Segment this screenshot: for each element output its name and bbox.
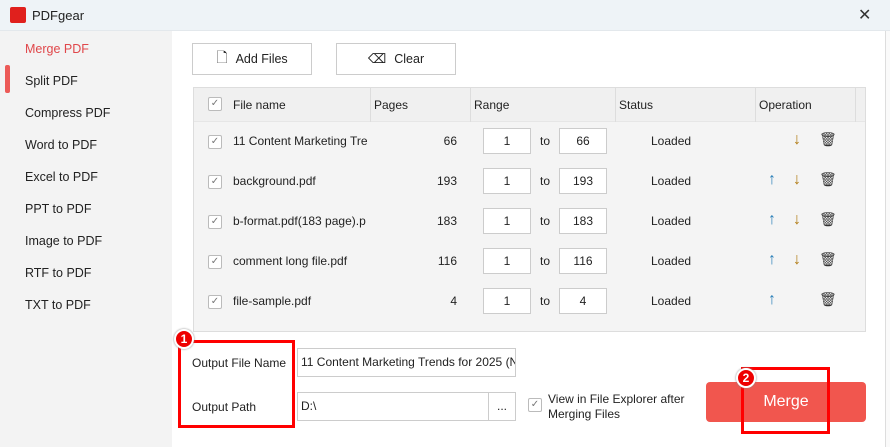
table-row: ✓ 11 Content Marketing Tre 66 1 to 66 Lo…: [194, 122, 865, 162]
header-range: Range: [474, 98, 510, 112]
range-from-input[interactable]: 1: [483, 248, 531, 274]
sidebar-item-merge-pdf[interactable]: Merge PDF: [25, 42, 89, 56]
add-file-icon: 🗋: [216, 49, 228, 65]
status-text: Loaded: [651, 134, 692, 148]
row-checkbox[interactable]: ✓: [208, 215, 222, 229]
trash-icon[interactable]: 🗑: [819, 251, 837, 268]
file-name: file-sample.pdf: [233, 294, 312, 308]
output-path-input[interactable]: D:\: [297, 392, 489, 421]
range-to-input[interactable]: 183: [559, 208, 607, 234]
move-up-icon[interactable]: ↑: [768, 291, 776, 309]
move-down-icon[interactable]: ↓: [793, 171, 801, 189]
status-text: Loaded: [651, 294, 692, 308]
table-row: ✓ b-format.pdf(183 page).p 183 1 to 183 …: [194, 202, 865, 242]
range-to-input[interactable]: 193: [559, 168, 607, 194]
page-count: 4: [450, 294, 457, 308]
header-status: Status: [619, 98, 654, 112]
range-from-input[interactable]: 1: [483, 128, 531, 154]
range-to-input[interactable]: 66: [559, 128, 607, 154]
sidebar-item-split-pdf[interactable]: Split PDF: [25, 74, 78, 88]
annotation-box-1: [178, 340, 295, 428]
clear-button[interactable]: ⌫ Clear: [336, 43, 456, 75]
output-file-name-input[interactable]: 11 Content Marketing Trends for 2025 (N: [297, 348, 516, 377]
table-row: ✓ background.pdf 193 1 to 193 Loaded ↑ ↓ 🗑: [194, 162, 865, 202]
file-name: 11 Content Marketing Tre: [233, 134, 367, 148]
move-up-icon[interactable]: ↑: [768, 251, 776, 269]
sidebar-item-ppt-to-pdf[interactable]: PPT to PDF: [25, 202, 91, 216]
move-down-icon[interactable]: ↓: [793, 211, 801, 229]
row-checkbox[interactable]: ✓: [208, 175, 222, 189]
app-title: PDFgear: [32, 8, 85, 23]
trash-icon[interactable]: 🗑: [819, 211, 837, 228]
clear-label: Clear: [394, 52, 425, 66]
range-to-label: to: [540, 294, 551, 308]
view-in-explorer-label: View in File Explorer after Merging File…: [548, 392, 685, 421]
trash-icon[interactable]: 🗑: [819, 131, 837, 148]
table-row: ✓ comment long file.pdf 116 1 to 116 Loa…: [194, 242, 865, 282]
sidebar-item-word-to-pdf[interactable]: Word to PDF: [25, 138, 97, 152]
sidebar-item-excel-to-pdf[interactable]: Excel to PDF: [25, 170, 98, 184]
file-name: b-format.pdf(183 page).p: [233, 214, 366, 228]
range-to-input[interactable]: 116: [559, 248, 607, 274]
header-file-name: File name: [233, 98, 286, 112]
row-checkbox[interactable]: ✓: [208, 135, 222, 149]
status-text: Loaded: [651, 214, 692, 228]
move-down-icon[interactable]: ↓: [793, 131, 801, 149]
move-up-icon[interactable]: ↑: [768, 171, 776, 189]
range-to-label: to: [540, 134, 551, 148]
range-from-input[interactable]: 1: [483, 288, 531, 314]
browse-button[interactable]: ...: [488, 392, 516, 421]
file-name: background.pdf: [233, 174, 316, 188]
window-edge: [885, 31, 890, 447]
active-indicator: [5, 65, 10, 93]
range-to-input[interactable]: 4: [559, 288, 607, 314]
annotation-badge-1: 1: [174, 329, 194, 349]
select-all-checkbox[interactable]: ✓: [208, 97, 222, 111]
header-pages: Pages: [374, 98, 409, 112]
move-down-icon[interactable]: ↓: [793, 251, 801, 269]
status-text: Loaded: [651, 174, 692, 188]
view-in-explorer-checkbox[interactable]: ✓: [528, 398, 542, 412]
sidebar: Merge PDF Split PDF Compress PDF Word to PD…: [0, 31, 172, 447]
title-bar: PDFgear ✕: [0, 0, 890, 31]
file-table: ✓ File name Pages Range Status Operation…: [193, 87, 866, 332]
trash-icon[interactable]: 🗑: [819, 291, 837, 308]
table-row: ✓ file-sample.pdf 4 1 to 4 Loaded ↑ 🗑: [194, 282, 865, 322]
trash-icon[interactable]: 🗑: [819, 171, 837, 188]
status-text: Loaded: [651, 254, 692, 268]
broom-icon: ⌫: [367, 51, 387, 66]
add-files-label: Add Files: [235, 52, 288, 66]
sidebar-item-image-to-pdf[interactable]: Image to PDF: [25, 234, 102, 248]
page-count: 66: [443, 134, 457, 148]
page-count: 116: [437, 254, 457, 268]
header-operation: Operation: [759, 98, 812, 112]
range-from-input[interactable]: 1: [483, 168, 531, 194]
row-checkbox[interactable]: ✓: [208, 255, 222, 269]
page-count: 193: [436, 174, 457, 188]
sidebar-item-compress-pdf[interactable]: Compress PDF: [25, 106, 110, 120]
page-count: 183: [436, 214, 457, 228]
range-to-label: to: [540, 254, 551, 268]
row-checkbox[interactable]: ✓: [208, 295, 222, 309]
close-icon[interactable]: ✕: [858, 5, 871, 25]
add-files-button[interactable]: 🗋 Add Files: [192, 43, 312, 75]
sidebar-item-txt-to-pdf[interactable]: TXT to PDF: [25, 298, 91, 312]
pdfgear-logo-icon: [10, 7, 26, 23]
range-to-label: to: [540, 174, 551, 188]
range-from-input[interactable]: 1: [483, 208, 531, 234]
file-name: comment long file.pdf: [233, 254, 348, 268]
annotation-badge-2: 2: [736, 368, 756, 388]
move-up-icon[interactable]: ↑: [768, 211, 776, 229]
sidebar-item-rtf-to-pdf[interactable]: RTF to PDF: [25, 266, 91, 280]
range-to-label: to: [540, 214, 551, 228]
table-header: ✓ File name Pages Range Status Operation: [194, 88, 865, 122]
